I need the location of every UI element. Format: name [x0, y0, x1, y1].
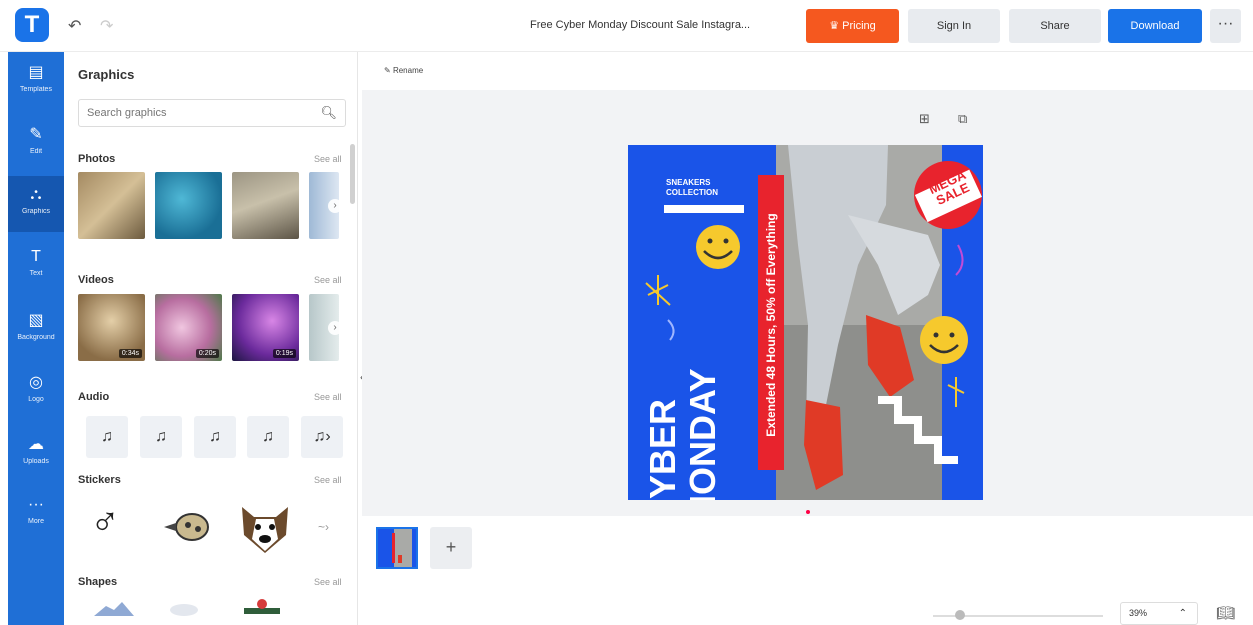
- graphics-panel: Graphics 🔍︎ Photos See all › Videos See …: [64, 52, 358, 625]
- text-icon: T: [31, 248, 41, 265]
- video-thumbnail[interactable]: 0:34s: [78, 294, 145, 361]
- music-note-icon: ♫: [155, 428, 167, 445]
- photo-thumbnail[interactable]: [155, 172, 222, 239]
- search-input[interactable]: [87, 100, 317, 126]
- audio-item[interactable]: ♫›: [301, 416, 343, 458]
- panel-scrollbar[interactable]: [350, 144, 355, 204]
- redo-icon[interactable]: ↷: [100, 16, 113, 36]
- sidebar-item-logo[interactable]: ◎ Logo: [8, 362, 64, 418]
- photo-thumbnail[interactable]: [78, 172, 145, 239]
- music-note-icon: ♫: [262, 428, 274, 445]
- zoom-select[interactable]: 39% ⌃: [1120, 602, 1198, 625]
- bird-sticker[interactable]: [160, 507, 216, 547]
- panel-title: Graphics: [78, 67, 135, 82]
- music-note-icon: ♫: [101, 428, 113, 445]
- download-button[interactable]: Download: [1108, 9, 1202, 43]
- rename-link[interactable]: ✎ Rename: [384, 66, 423, 75]
- audio-item[interactable]: ♫: [194, 416, 236, 458]
- stickers-see-all-link[interactable]: See all: [314, 475, 342, 485]
- page-thumbnail-preview: [378, 529, 416, 567]
- cloud-upload-icon: ☁: [28, 436, 44, 453]
- music-note-icon: ♫›: [313, 428, 331, 445]
- more-icon: ···: [28, 496, 44, 513]
- stickers-section-title: Stickers: [78, 474, 121, 486]
- add-page-button[interactable]: +: [430, 527, 472, 569]
- book-help-icon[interactable]: 📖︎: [1216, 604, 1235, 622]
- pricing-button[interactable]: ♛ Pricing: [806, 9, 899, 43]
- shape-thumbnail[interactable]: [240, 596, 284, 618]
- poster-ribbon-text: Extended 48 Hours, 50% off Everything: [764, 213, 778, 437]
- videos-next-arrow-icon[interactable]: ›: [328, 321, 342, 335]
- add-page-icon[interactable]: ⊞: [919, 111, 930, 127]
- photo-thumbnail[interactable]: [232, 172, 299, 239]
- poster-collection-label: SNEAKERS COLLECTION: [666, 178, 718, 197]
- sticker-more-icon[interactable]: ~›: [318, 520, 329, 534]
- top-bar: T ↶ ↷ Free Cyber Monday Discount Sale In…: [0, 0, 1253, 52]
- sidebar-item-edit[interactable]: ✎ Edit: [8, 114, 64, 170]
- sidebar-item-graphics[interactable]: ⛬ Graphics: [8, 176, 64, 232]
- music-note-icon: ♫: [209, 428, 221, 445]
- sidebar-item-more[interactable]: ··· More: [8, 486, 64, 542]
- audio-item[interactable]: ♫: [140, 416, 182, 458]
- search-icon[interactable]: 🔍︎: [320, 105, 337, 121]
- sign-in-button[interactable]: Sign In: [908, 9, 1000, 43]
- logo-icon: ◎: [29, 374, 43, 391]
- audio-section-title: Audio: [78, 391, 110, 403]
- video-duration: 0:19s: [272, 349, 296, 358]
- document-title[interactable]: Free Cyber Monday Discount Sale Instagra…: [530, 19, 750, 31]
- chevron-up-icon: ⌃: [1178, 608, 1187, 619]
- edit-icon: ✎: [384, 66, 391, 75]
- sidebar-item-templates[interactable]: ▤ Templates: [8, 52, 64, 108]
- sidebar-item-background[interactable]: ▧ Background: [8, 300, 64, 356]
- videos-section-title: Videos: [78, 274, 114, 286]
- sidebar-rail: ▤ Templates ✎ Edit ⛬ Graphics T Text ▧ B…: [8, 52, 64, 625]
- sidebar-item-uploads[interactable]: ☁ Uploads: [8, 424, 64, 480]
- sidebar-item-text[interactable]: T Text: [8, 238, 64, 294]
- audio-see-all-link[interactable]: See all: [314, 392, 342, 402]
- poster-headline: CYBER MONDAY: [642, 368, 723, 500]
- page-thumbnail[interactable]: [376, 527, 418, 569]
- app-logo[interactable]: T: [15, 8, 49, 42]
- dog-sticker[interactable]: [236, 499, 294, 557]
- audio-item[interactable]: ♫: [86, 416, 128, 458]
- audio-item[interactable]: ♫: [247, 416, 289, 458]
- male-symbol-sticker[interactable]: ♂: [90, 500, 120, 545]
- video-duration: 0:20s: [195, 349, 219, 358]
- video-thumbnail[interactable]: 0:19s: [232, 294, 299, 361]
- background-icon: ▧: [28, 312, 44, 329]
- pencil-icon: ✎: [29, 126, 43, 143]
- search-box: 🔍︎: [78, 99, 346, 127]
- shape-thumbnail[interactable]: [164, 598, 204, 618]
- video-duration: 0:34s: [118, 349, 142, 358]
- zoom-slider-handle[interactable]: [955, 610, 965, 620]
- undo-icon[interactable]: ↶: [68, 16, 81, 36]
- page-indicator-dot: [806, 510, 810, 514]
- photos-section-title: Photos: [78, 153, 116, 165]
- duplicate-page-icon[interactable]: ⧉: [958, 111, 967, 127]
- video-thumbnail[interactable]: 0:20s: [155, 294, 222, 361]
- shapes-section-title: Shapes: [78, 576, 118, 588]
- shapes-see-all-link[interactable]: See all: [314, 577, 342, 587]
- design-canvas[interactable]: SNEAKERS COLLECTION CYBER MONDAY Extende…: [628, 145, 983, 500]
- shape-thumbnail[interactable]: [94, 598, 134, 618]
- crown-icon: ♛: [829, 20, 840, 32]
- more-options-button[interactable]: ···: [1210, 9, 1241, 43]
- photos-next-arrow-icon[interactable]: ›: [328, 199, 342, 213]
- photos-see-all-link[interactable]: See all: [314, 154, 342, 164]
- shapes-icon: ⛬: [30, 186, 42, 203]
- share-button[interactable]: Share: [1009, 9, 1101, 43]
- videos-see-all-link[interactable]: See all: [314, 275, 342, 285]
- layout-icon: ▤: [28, 64, 44, 81]
